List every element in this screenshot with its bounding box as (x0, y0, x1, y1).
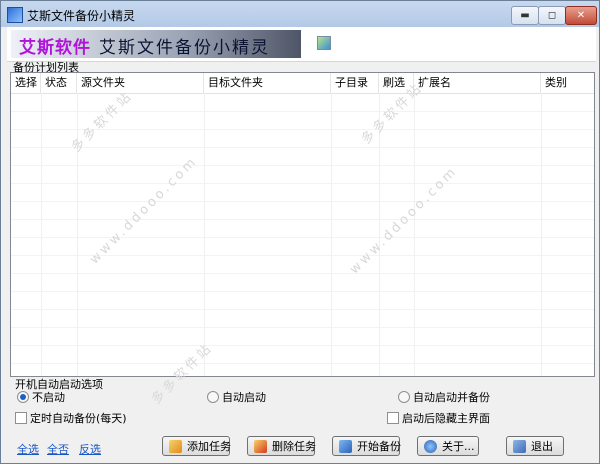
app-icon (7, 7, 23, 23)
minimize-button[interactable]: ▬ (511, 6, 539, 25)
checkbox-label: 启动后隐藏主界面 (402, 412, 490, 425)
banner-logo: 艾斯软件 艾斯文件备份小精灵 (11, 30, 301, 58)
backup-plan-table[interactable]: 选择 状态 源文件夹 目标文件夹 子目录 刷选 扩展名 类别 多多软件站 www… (10, 72, 595, 408)
column-header-subdir[interactable]: 子目录 (331, 73, 379, 93)
info-icon (424, 440, 437, 453)
about-button[interactable]: 关于... (417, 436, 479, 456)
start-backup-label: 开始备份 (357, 440, 401, 453)
checkbox-label: 定时自动备份(每天) (30, 412, 127, 425)
window-title: 艾斯文件备份小精灵 (27, 9, 136, 23)
hide-main-window-checkbox[interactable]: 启动后隐藏主界面 (387, 412, 490, 426)
radio-icon[interactable] (207, 391, 219, 403)
invert-selection-link[interactable]: 反选 (79, 441, 101, 457)
select-all-link[interactable]: 全选 (17, 441, 39, 457)
title-bar[interactable]: 艾斯文件备份小精灵 ▬ ◻ ✕ (1, 1, 599, 27)
column-header-extension[interactable]: 扩展名 (414, 73, 541, 93)
app-window: 艾斯文件备份小精灵 ▬ ◻ ✕ 艾斯软件 艾斯文件备份小精灵 备份计划列表 选择… (0, 0, 600, 464)
column-header-select[interactable]: 选择 (11, 73, 41, 93)
column-header-category[interactable]: 类别 (541, 73, 592, 93)
radio-selected-icon[interactable] (17, 391, 29, 403)
delete-task-button[interactable]: 删除任务 (247, 436, 316, 456)
radio-auto-start[interactable]: 自动启动 (207, 391, 266, 405)
checkbox-icon[interactable] (15, 412, 27, 424)
exit-icon (513, 440, 526, 453)
select-none-link[interactable]: 全否 (47, 441, 69, 457)
timed-backup-checkbox[interactable]: 定时自动备份(每天) (15, 412, 127, 426)
brand-name: 艾斯软件 (19, 38, 91, 58)
radio-label: 自动启动 (222, 391, 266, 404)
column-header-status[interactable]: 状态 (41, 73, 77, 93)
close-button[interactable]: ✕ (565, 6, 597, 25)
delete-task-label: 删除任务 (272, 440, 316, 453)
start-backup-icon (339, 440, 352, 453)
column-header-target[interactable]: 目标文件夹 (204, 73, 331, 93)
radio-label: 自动启动并备份 (413, 391, 490, 404)
product-name: 艾斯文件备份小精灵 (99, 38, 270, 58)
banner: 艾斯软件 艾斯文件备份小精灵 (7, 27, 596, 62)
column-header-source[interactable]: 源文件夹 (77, 73, 204, 93)
add-task-icon (169, 440, 182, 453)
startup-options-title: 开机自动启动选项 (15, 378, 103, 391)
add-task-button[interactable]: 添加任务 (162, 436, 231, 456)
maximize-button[interactable]: ◻ (538, 6, 566, 25)
exit-label: 退出 (531, 440, 553, 453)
table-header: 选择 状态 源文件夹 目标文件夹 子目录 刷选 扩展名 类别 (11, 73, 594, 94)
exit-button[interactable]: 退出 (506, 436, 564, 456)
add-task-label: 添加任务 (187, 440, 231, 453)
radio-label: 不启动 (32, 391, 65, 404)
watermark-text: www.ddooo.com (87, 153, 201, 268)
picture-icon (317, 36, 331, 50)
radio-no-start[interactable]: 不启动 (17, 391, 65, 405)
delete-task-icon (254, 440, 267, 453)
radio-icon[interactable] (398, 391, 410, 403)
watermark-text: www.ddooo.com (347, 163, 461, 278)
about-label: 关于... (442, 440, 475, 453)
start-backup-button[interactable]: 开始备份 (332, 436, 401, 456)
checkbox-icon[interactable] (387, 412, 399, 424)
radio-auto-start-backup[interactable]: 自动启动并备份 (398, 391, 490, 405)
watermark-text: 多多软件站 (148, 340, 217, 408)
